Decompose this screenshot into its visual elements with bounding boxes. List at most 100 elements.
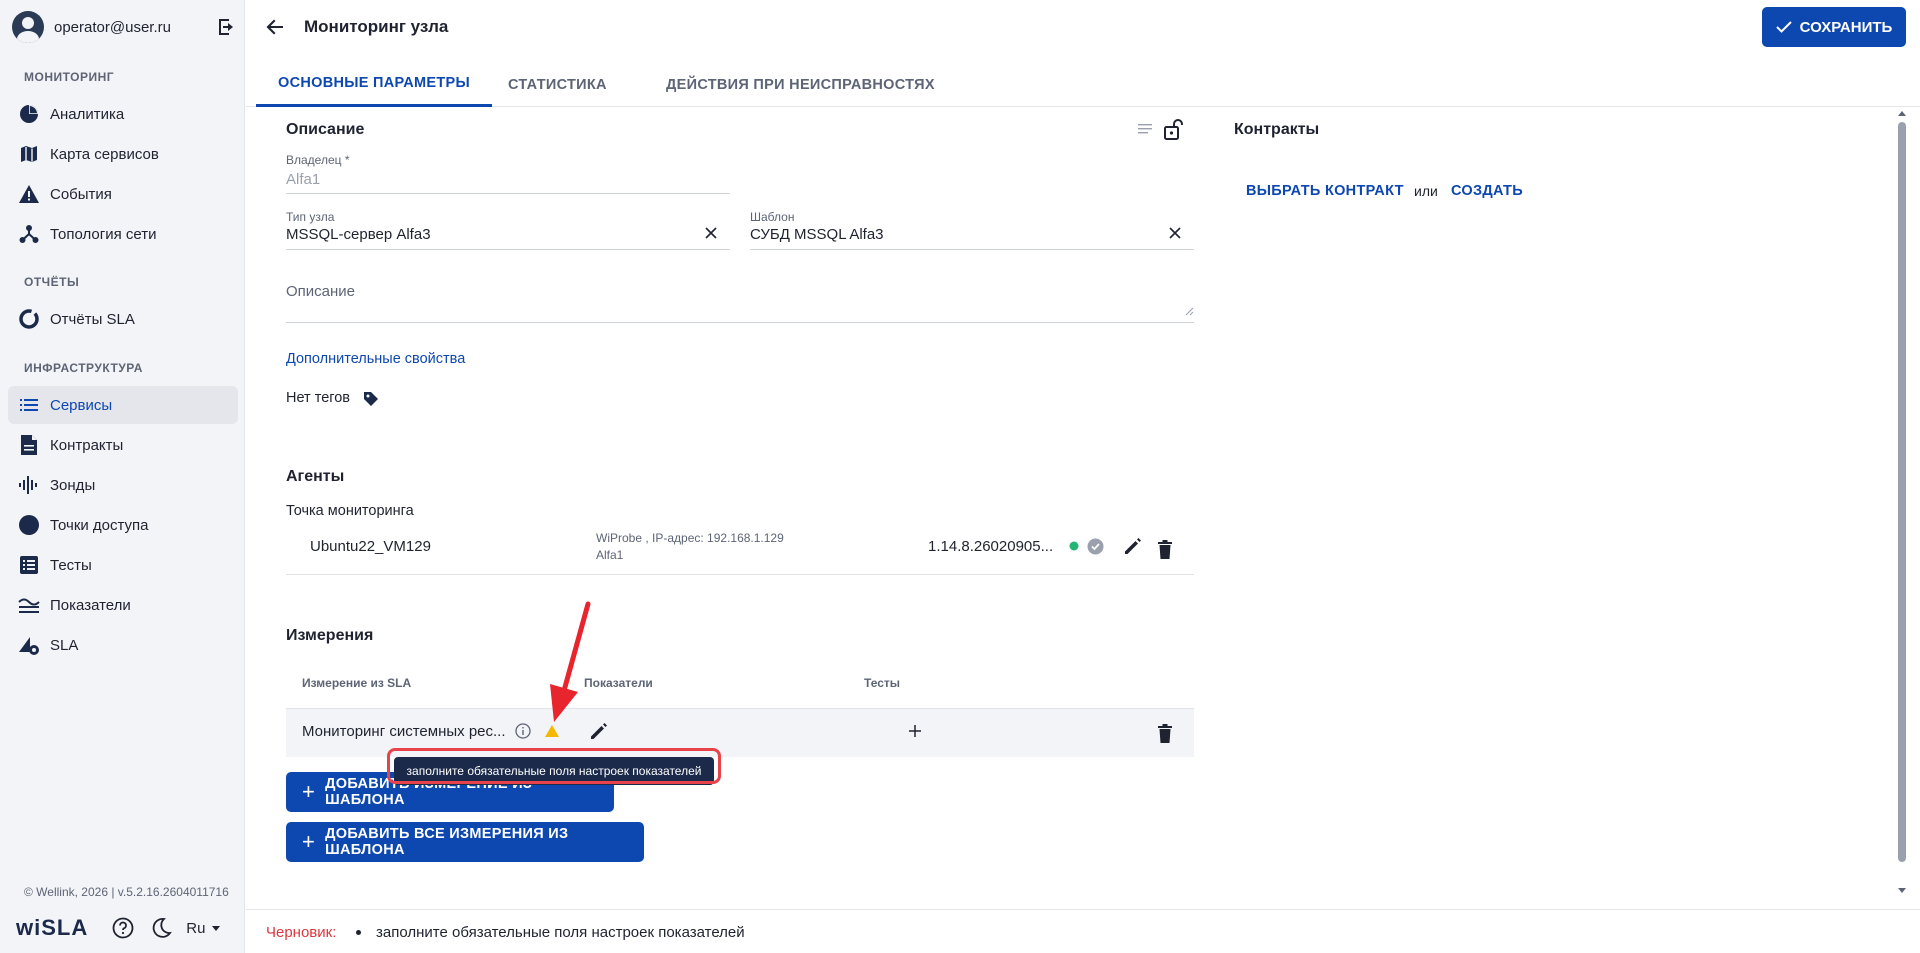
- bullet-icon: [356, 930, 361, 935]
- delete-agent-button[interactable]: [1154, 538, 1176, 560]
- user-row: operator@user.ru: [12, 10, 238, 44]
- back-button[interactable]: [262, 14, 288, 40]
- section-title-reports: ОТЧЁТЫ: [24, 275, 80, 289]
- column-header-tests: Тесты: [864, 676, 901, 690]
- agent-version: 1.14.8.26020905...: [928, 538, 1054, 555]
- notes-button[interactable]: [1134, 118, 1156, 140]
- close-icon: [705, 227, 717, 239]
- add-test-button[interactable]: [906, 722, 924, 740]
- moon-icon: [153, 918, 173, 938]
- unlock-button[interactable]: [1160, 116, 1186, 142]
- sidebar-item-label: Зонды: [50, 476, 96, 494]
- add-all-measurements-from-template-button[interactable]: + ДОБАВИТЬ ВСЕ ИЗМЕРЕНИЯ ИЗ ШАБЛОНА: [286, 822, 644, 862]
- annotation-arrow-icon: [550, 601, 591, 722]
- node-type-underline: [286, 249, 730, 250]
- topology-icon: [19, 225, 39, 243]
- help-button[interactable]: [110, 915, 136, 941]
- language-value: Ru: [186, 919, 206, 937]
- description-textarea[interactable]: Описание: [286, 283, 355, 300]
- measurements-section-title: Измерения: [286, 627, 374, 644]
- waves-icon: [18, 598, 40, 613]
- sidebar-item-label: Аналитика: [50, 105, 125, 123]
- sidebar-item-access-points[interactable]: Точки доступа: [8, 506, 238, 544]
- map-icon: [21, 146, 37, 162]
- save-button-label: СОХРАНИТЬ: [1799, 18, 1893, 36]
- notes-icon: [1138, 124, 1152, 134]
- section-title-monitoring: МОНИТОРИНГ: [24, 70, 115, 84]
- info-icon: [515, 723, 531, 739]
- description-underline: [286, 322, 1194, 323]
- trash-icon: [1158, 723, 1172, 743]
- verified-icon: [1086, 537, 1104, 555]
- edit-agent-button[interactable]: [1122, 535, 1144, 557]
- brand-logo: wiSLA: [16, 915, 89, 940]
- template-field[interactable]: СУБД MSSQL Alfa3: [750, 226, 884, 243]
- content-scrollbar[interactable]: [1898, 122, 1906, 862]
- user-avatar-icon[interactable]: [12, 11, 44, 43]
- agents-section-title: Агенты: [286, 468, 345, 485]
- tab-statistics[interactable]: СТАТИСТИКА: [486, 62, 629, 107]
- signal-bars-icon: [19, 476, 37, 494]
- node-type-field[interactable]: MSSQL-сервер Alfa3: [286, 226, 431, 243]
- delete-measurement-button[interactable]: [1154, 722, 1176, 744]
- caret-down-icon: [212, 926, 221, 931]
- sidebar-item-probes[interactable]: Зонды: [8, 466, 238, 504]
- sidebar-bottom-tools: wiSLA Ru: [16, 914, 223, 942]
- sidebar-item-label: Топология сети: [50, 225, 157, 243]
- add-all-measurements-label: ДОБАВИТЬ ВСЕ ИЗМЕРЕНИЯ ИЗ ШАБЛОНА: [325, 826, 569, 858]
- extra-properties-link[interactable]: Дополнительные свойства: [286, 351, 465, 367]
- tag-icon: [364, 392, 378, 406]
- sidebar-item-label: Контракты: [50, 436, 124, 454]
- sidebar-item-contracts[interactable]: Контракты: [8, 426, 238, 464]
- sidebar-item-sla-reports[interactable]: Отчёты SLA: [8, 300, 238, 338]
- template-clear-button[interactable]: [1164, 222, 1186, 244]
- save-button[interactable]: СОХРАНИТЬ: [1762, 7, 1906, 47]
- scroll-up-icon[interactable]: [1898, 110, 1906, 118]
- sidebar-item-tests[interactable]: Тесты: [8, 546, 238, 584]
- sidebar-item-sla[interactable]: SLA: [8, 626, 238, 664]
- main-content: Описание Владелец * Alfa1 Тип узла MSSQL…: [246, 108, 1920, 908]
- plus-icon: [909, 725, 921, 737]
- draft-message: заполните обязательные поля настроек пок…: [376, 924, 745, 941]
- node-type-clear-button[interactable]: [700, 222, 722, 244]
- tab-fault-actions[interactable]: ДЕЙСТВИЯ ПРИ НЕИСПРАВНОСТЯХ: [644, 62, 957, 107]
- language-select[interactable]: Ru: [186, 920, 223, 937]
- checklist-icon: [20, 556, 38, 574]
- sidebar-item-services[interactable]: Сервисы: [8, 386, 238, 424]
- tag-button[interactable]: [362, 390, 380, 408]
- resize-handle-icon[interactable]: [1184, 306, 1194, 316]
- info-button[interactable]: [514, 722, 532, 740]
- choose-contract-link[interactable]: ВЫБРАТЬ КОНТРАКТ: [1246, 183, 1404, 199]
- agent-row-divider: [286, 574, 1194, 575]
- check-icon: [1775, 21, 1792, 33]
- sidebar-item-label: События: [50, 185, 112, 203]
- copyright: © Wellink, 2026 | v.5.2.16.2604011716: [24, 885, 229, 899]
- template-underline: [750, 249, 1194, 250]
- scroll-down-icon[interactable]: [1898, 886, 1906, 894]
- status-online-icon: [1068, 540, 1080, 552]
- sidebar-item-label: Показатели: [50, 596, 131, 614]
- sidebar-item-metrics[interactable]: Показатели: [8, 586, 238, 624]
- list-icon: [20, 399, 38, 411]
- sidebar-item-analytics[interactable]: Аналитика: [8, 95, 238, 133]
- trash-icon: [1158, 539, 1172, 559]
- tab-main-parameters[interactable]: ОСНОВНЫЕ ПАРАМЕТРЫ: [256, 62, 492, 107]
- template-label: Шаблон: [750, 210, 795, 224]
- arrow-left-icon: [266, 19, 283, 35]
- draft-label: Черновик:: [266, 924, 337, 941]
- sidebar-item-service-map[interactable]: Карта сервисов: [8, 135, 238, 173]
- measurement-name: Мониторинг системных рес...: [302, 723, 506, 740]
- warning-icon: [19, 185, 39, 203]
- pencil-icon: [1125, 538, 1141, 554]
- create-contract-link[interactable]: СОЗДАТЬ: [1451, 183, 1523, 199]
- or-text: или: [1414, 183, 1438, 199]
- sidebar-item-label: Сервисы: [50, 396, 113, 414]
- sla-gear-icon: [19, 637, 39, 655]
- description-section-title: Описание: [286, 121, 365, 138]
- logout-button[interactable]: [212, 14, 238, 40]
- sidebar-item-label: Отчёты SLA: [50, 310, 135, 328]
- owner-underline: [286, 193, 730, 194]
- theme-toggle-button[interactable]: [148, 915, 174, 941]
- sidebar-item-events[interactable]: События: [8, 175, 238, 213]
- sidebar-item-topology[interactable]: Топология сети: [8, 215, 238, 253]
